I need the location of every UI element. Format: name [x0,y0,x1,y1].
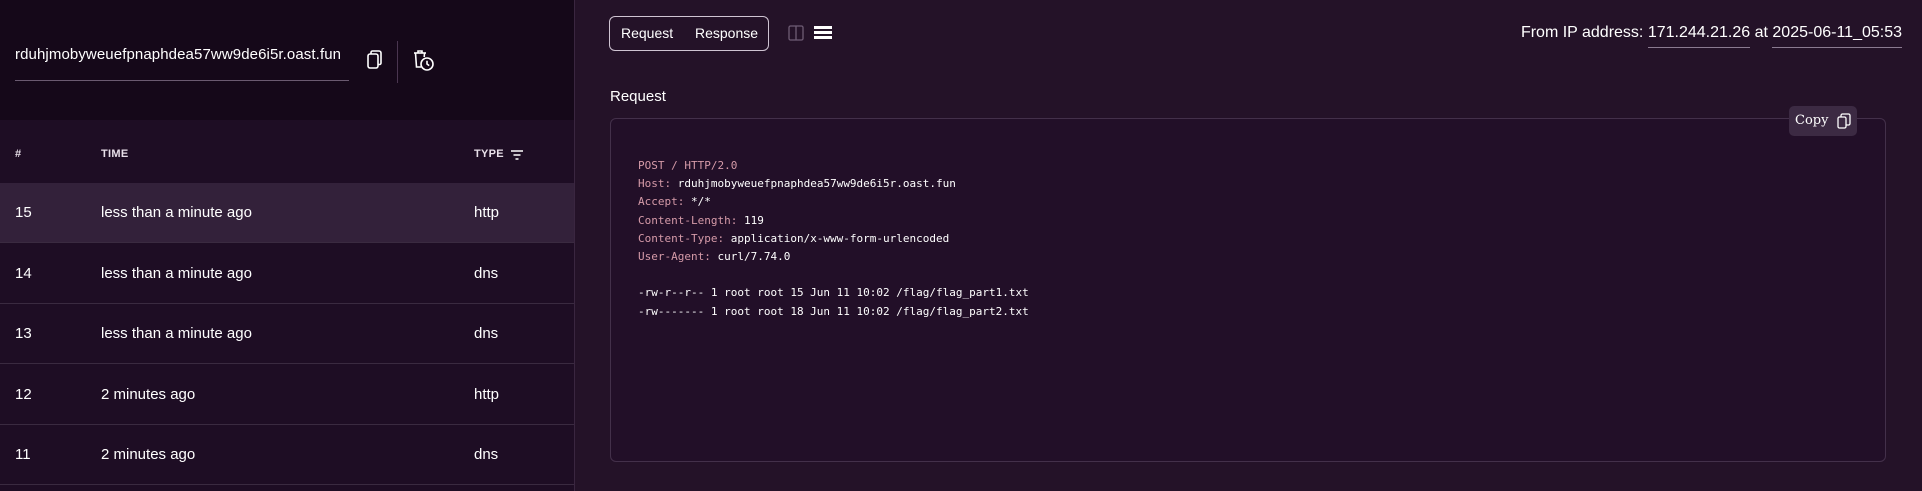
row-time: 2 minutes ago [101,446,196,463]
row-number: 12 [15,386,32,403]
tab-request[interactable]: Request [621,25,673,41]
header-key: User-Agent: [638,250,711,264]
stacked-view-button[interactable] [814,25,832,41]
request-raw: POST / HTTP/2.0 Host: rduhjmobyweuefpnap… [638,157,1029,321]
split-view-button[interactable] [788,25,804,41]
header-value: 119 [743,213,764,227]
timestamp: 2025-06-11_05:53 [1772,24,1902,48]
sidebar-header: rduhjmobyweuefpnaphdea57ww9de6i5r.oast.f… [0,0,574,120]
body-line: -rw-r--r-- 1 root root 15 Jun 11 10:02 /… [638,286,1029,300]
request-origin: From IP address: 171.244.21.26 at 2025-0… [1520,24,1902,48]
column-header-type: TYPE [474,148,504,160]
copy-url-button[interactable] [361,48,385,72]
body-line: -rw------- 1 root root 18 Jun 11 10:02 /… [638,304,1029,318]
column-header-number: # [15,148,22,160]
header-value: rduhjmobyweuefpnaphdea57ww9de6i5r.oast.f… [677,177,956,191]
header-key: Content-Length: [638,213,738,227]
clear-history-icon [414,50,434,71]
header-key: Content-Type: [638,231,725,245]
clear-history-button[interactable] [410,47,436,73]
header-value: curl/7.74.0 [717,250,791,264]
row-type: dns [474,325,499,342]
row-number: 13 [15,325,32,342]
interaction-row[interactable]: 14 less than a minute ago dns [0,244,574,304]
row-type: dns [474,265,499,282]
stacked-view-icon [814,26,832,39]
ip-prefix: From IP address: [1520,24,1644,41]
header-key: Accept: [638,195,685,209]
row-time: 2 minutes ago [101,386,196,403]
at-label: at [1754,24,1768,41]
row-number: 14 [15,265,32,282]
header-divider [397,41,398,83]
header-value: */* [690,195,711,209]
copy-icon [367,50,382,69]
header-key: Host: [638,177,672,191]
request-content-box: Copy POST / HTTP/2.0 Host: rduhjmobyweue… [610,106,1886,462]
sidebar: rduhjmobyweuefpnaphdea57ww9de6i5r.oast.f… [0,0,575,491]
request-response-tabs: Request Response [609,16,769,51]
row-number: 15 [15,204,32,221]
header-value: application/x-www-form-urlencoded [730,231,950,245]
interaction-row[interactable]: 13 less than a minute ago dns [0,304,574,364]
interaction-row[interactable]: 12 2 minutes ago http [0,365,574,425]
interaction-row[interactable]: 11 2 minutes ago dns [0,425,574,485]
row-type: http [474,204,500,221]
url-underline [15,80,349,81]
row-time: less than a minute ago [101,265,252,282]
request-line: POST / HTTP/2.0 [638,159,738,172]
column-header-time: TIME [101,148,129,160]
section-title: Request [610,88,666,105]
ip-address: 171.244.21.26 [1647,24,1751,48]
tab-response[interactable]: Response [695,25,758,41]
row-type: http [474,386,500,403]
row-time: less than a minute ago [101,204,252,221]
row-type: dns [474,446,499,463]
copy-button-label: Copy [1795,113,1829,128]
copy-icon [1837,113,1851,129]
type-filter-button[interactable] [510,148,524,160]
copy-button[interactable]: Copy [1789,106,1857,136]
row-number: 11 [15,446,31,463]
oast-url[interactable]: rduhjmobyweuefpnaphdea57ww9de6i5r.oast.f… [15,46,341,63]
row-time: less than a minute ago [101,325,252,342]
interaction-row[interactable]: 15 less than a minute ago http [0,183,574,243]
split-view-icon [788,25,804,41]
filter-icon [511,150,523,160]
